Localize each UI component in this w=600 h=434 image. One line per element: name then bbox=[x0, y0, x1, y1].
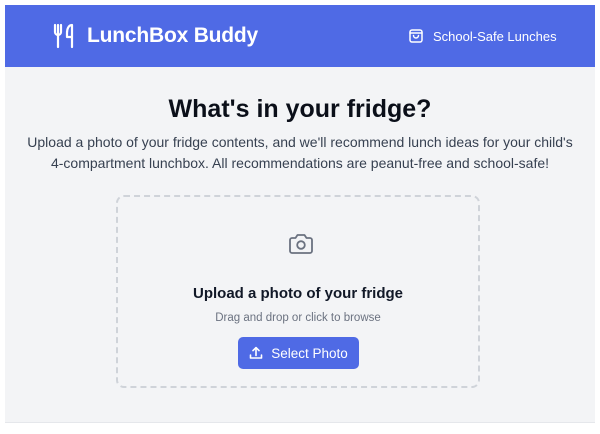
school-safe-lunches-link[interactable]: School-Safe Lunches bbox=[408, 25, 557, 47]
photo-dropzone[interactable]: Upload a photo of your fridge Drag and d… bbox=[116, 195, 480, 388]
shopping-bag-icon bbox=[409, 29, 423, 43]
brand-name[interactable]: LunchBox Buddy bbox=[87, 22, 258, 50]
dropzone-hint: Drag and drop or click to browse bbox=[215, 312, 381, 324]
utensils-icon bbox=[53, 23, 74, 49]
camera-icon bbox=[289, 234, 313, 254]
dropzone-title: Upload a photo of your fridge bbox=[193, 285, 403, 302]
upload-icon bbox=[249, 346, 263, 359]
page-subtitle: Upload a photo of your fridge contents, … bbox=[27, 134, 573, 171]
results-panel bbox=[5, 422, 595, 434]
school-safe-lunches-label: School-Safe Lunches bbox=[433, 28, 557, 44]
select-photo-label: Select Photo bbox=[271, 345, 348, 361]
app-frame: LunchBox Buddy School-Safe Lunches What'… bbox=[5, 5, 595, 434]
header-bar: LunchBox Buddy School-Safe Lunches bbox=[5, 5, 595, 67]
select-photo-button[interactable]: Select Photo bbox=[238, 337, 359, 369]
page-title: What's in your fridge? bbox=[168, 95, 432, 123]
